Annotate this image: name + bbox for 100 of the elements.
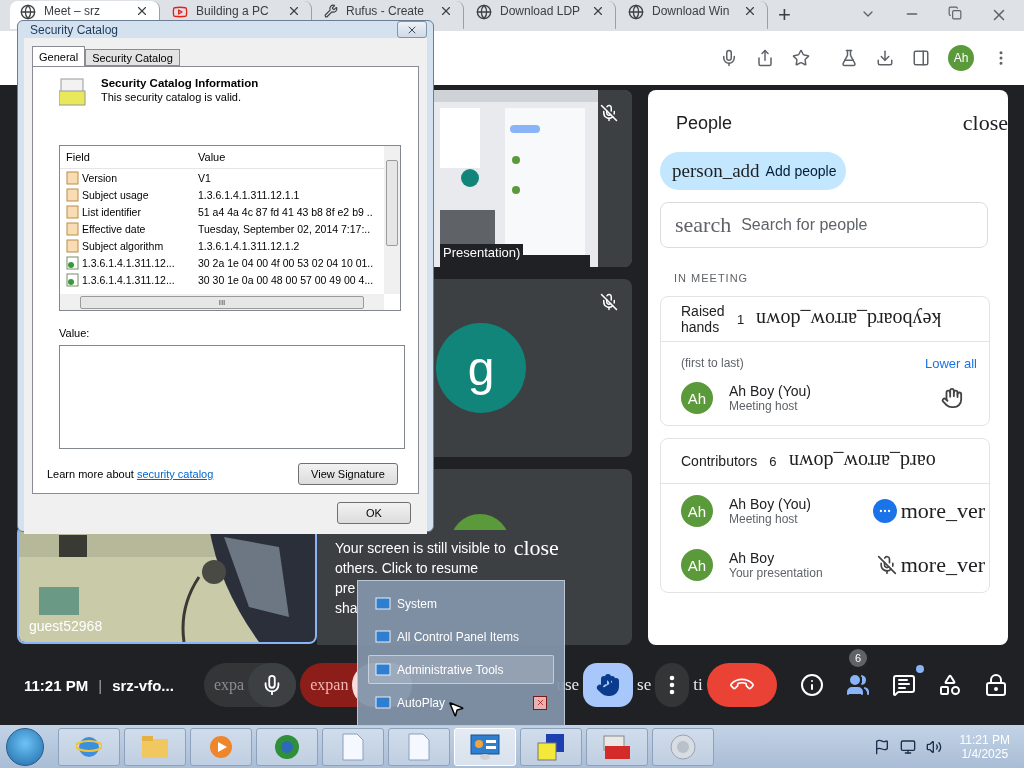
speaker-icon bbox=[669, 732, 697, 761]
column-header: Field bbox=[65, 151, 91, 163]
tab-title: Rufus - Create bbox=[346, 4, 425, 19]
hang-up-button[interactable] bbox=[706, 663, 777, 707]
tab[interactable]: Security Catalog bbox=[85, 49, 180, 66]
chat-icon bbox=[892, 673, 916, 697]
column-header: Value bbox=[197, 151, 227, 163]
people-button[interactable] bbox=[846, 673, 870, 697]
scroll-thumb: III bbox=[80, 295, 364, 309]
taskbar-button[interactable] bbox=[520, 727, 582, 766]
remove-button[interactable] bbox=[533, 695, 547, 710]
chat-button[interactable] bbox=[892, 673, 916, 697]
notice-text: Your screen is still visible to bbox=[335, 539, 506, 558]
value-cell-text: V1 bbox=[197, 171, 212, 184]
play-icon bbox=[208, 733, 234, 760]
value-cell-text: 51 a4 4a 4c 87 fd 41 43 b8 8f e2 b9 .. bbox=[197, 205, 374, 218]
meeting-code: srz-vfo... bbox=[112, 676, 174, 694]
lower-all-link[interactable]: Lower all bbox=[924, 356, 977, 371]
control-panel-icon bbox=[375, 596, 391, 611]
network-icon[interactable] bbox=[899, 738, 916, 755]
person-name: Ah Boy bbox=[729, 550, 776, 566]
control-panel-icon bbox=[375, 629, 391, 644]
tile-label: Presentation) bbox=[440, 244, 524, 261]
shapes-icon bbox=[938, 673, 962, 697]
icon-text[interactable]: keyboard_arrow_down bbox=[756, 307, 942, 331]
avatar: Ah bbox=[681, 495, 713, 527]
taskbar-button[interactable] bbox=[256, 727, 318, 766]
document-icon bbox=[408, 732, 430, 761]
icon-text[interactable]: oard_arrow_down bbox=[788, 449, 936, 473]
folder-icon bbox=[141, 734, 169, 759]
heading: Security Catalog Information bbox=[101, 77, 259, 89]
avatar: Ah bbox=[681, 382, 713, 414]
side-panel-icon[interactable] bbox=[912, 48, 930, 67]
mic-button[interactable] bbox=[248, 663, 297, 707]
star-icon[interactable] bbox=[792, 48, 810, 67]
control-panel-icon bbox=[470, 733, 500, 760]
flag-icon[interactable] bbox=[873, 738, 890, 755]
help-link[interactable]: security catalog bbox=[136, 468, 214, 480]
mouse-pointer-icon bbox=[447, 700, 465, 718]
property-icon bbox=[66, 238, 79, 253]
info-button[interactable] bbox=[800, 673, 824, 697]
person-name: Ah Boy (You) bbox=[729, 383, 812, 399]
ok-button[interactable]: OK bbox=[337, 502, 411, 524]
tab-title: Meet – srz bbox=[44, 4, 100, 19]
hand-icon bbox=[596, 673, 621, 697]
restore-icon[interactable] bbox=[948, 6, 962, 21]
globe-icon bbox=[20, 4, 36, 21]
value-cell-text: 30 30 1e 0a 00 48 00 57 00 49 00 4... bbox=[197, 273, 375, 286]
floppy-box-icon bbox=[536, 732, 566, 761]
panel-title: People bbox=[676, 112, 733, 134]
host-controls-button[interactable] bbox=[984, 673, 1008, 697]
icon-text: more_ver bbox=[900, 498, 985, 524]
person-name: Ah Boy (You) bbox=[729, 496, 812, 512]
field-label: Value: bbox=[59, 327, 91, 339]
field-cell: Subject usage bbox=[82, 188, 149, 201]
participant-name: guest52968 bbox=[29, 618, 103, 634]
activities-button[interactable] bbox=[938, 673, 962, 697]
value-cell-text: 30 2a 1e 04 00 4f 00 53 02 04 10 01.. bbox=[197, 256, 375, 269]
field-cell: 1.3.6.1.4.1.311.12... bbox=[82, 256, 175, 269]
close-button[interactable]: close bbox=[962, 110, 1008, 136]
expand-text: expan bbox=[310, 676, 349, 694]
close-button[interactable] bbox=[397, 21, 427, 38]
menu-item-label: All Control Panel Items bbox=[397, 629, 520, 644]
tab-title: Download LDP bbox=[500, 4, 581, 19]
info-icon bbox=[800, 673, 824, 697]
menu-item-label: System bbox=[397, 596, 437, 611]
share-icon[interactable] bbox=[756, 48, 774, 67]
wrench-icon bbox=[324, 4, 338, 19]
new-tab-button[interactable]: + bbox=[778, 2, 791, 29]
flask-icon[interactable] bbox=[840, 48, 858, 67]
more-button[interactable] bbox=[655, 663, 690, 707]
raised-hand-icon bbox=[941, 387, 963, 409]
meeting-time: 11:21 PM bbox=[24, 676, 89, 694]
view-signature-button[interactable]: View Signature bbox=[298, 463, 398, 485]
count: 1 bbox=[737, 311, 745, 327]
download-icon[interactable] bbox=[876, 48, 894, 67]
value-field[interactable] bbox=[59, 345, 405, 449]
browser-tab[interactable]: Download Win bbox=[618, 1, 768, 30]
count-badge: 6 bbox=[849, 649, 867, 667]
add-people-button[interactable]: person_add Add people bbox=[660, 152, 846, 190]
start-button[interactable] bbox=[6, 727, 44, 766]
taskbar-button[interactable] bbox=[586, 727, 648, 766]
search-bar[interactable]: search Search for people bbox=[660, 202, 988, 248]
mic-icon[interactable] bbox=[720, 48, 738, 67]
mic-off-icon bbox=[876, 555, 897, 575]
raise-hand-button[interactable] bbox=[583, 663, 634, 707]
icon-text: se bbox=[637, 675, 652, 695]
group-title: Contributors bbox=[681, 453, 758, 469]
icon-text: more_ver bbox=[900, 552, 985, 578]
catalog-icon bbox=[59, 77, 87, 107]
property-icon bbox=[66, 204, 79, 219]
globe-icon bbox=[273, 732, 301, 761]
browser-tab[interactable]: Download LDP bbox=[466, 1, 616, 30]
document-icon bbox=[342, 732, 364, 761]
field-cell: List identifier bbox=[82, 205, 141, 218]
avatar: Ah bbox=[681, 549, 713, 581]
extension-icon bbox=[66, 255, 79, 270]
order-note: (first to last) bbox=[681, 356, 744, 371]
tab[interactable]: General bbox=[32, 46, 86, 66]
volume-icon[interactable] bbox=[925, 738, 942, 755]
